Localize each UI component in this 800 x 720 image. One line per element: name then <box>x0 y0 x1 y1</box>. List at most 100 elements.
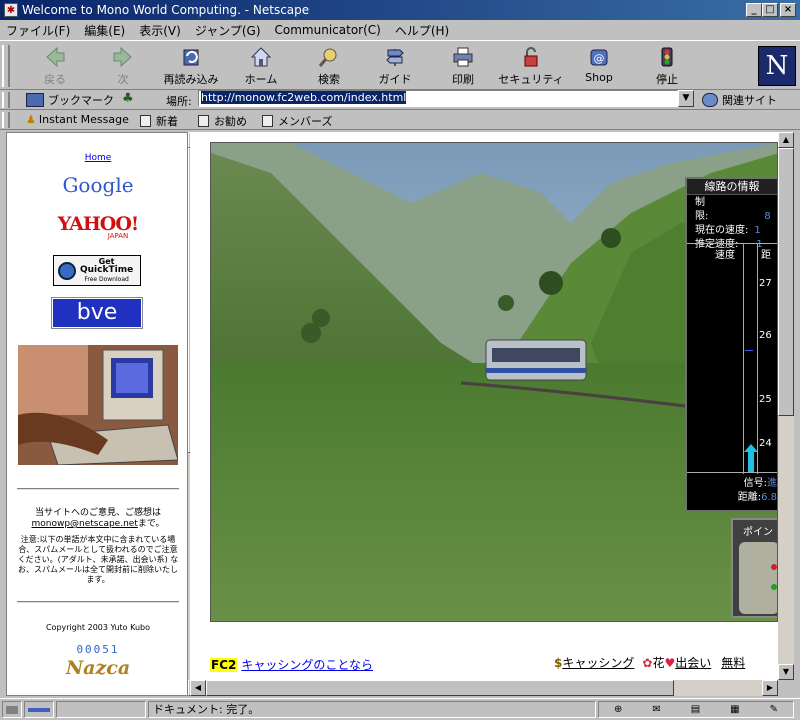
shop-button[interactable]: @ Shop <box>566 46 632 88</box>
news-icon[interactable]: ▤ <box>691 704 700 715</box>
connection-status-icon[interactable] <box>24 701 54 718</box>
divider <box>17 488 179 490</box>
status-bar: ドキュメント: 完了。 ⊕ ✉ ▤ ▦ ✎ <box>0 698 800 720</box>
back-arrow-icon <box>44 46 66 68</box>
navigation-toolbar: 戻る 次 再読み込み ホーム 検索 ガイド 印刷 セキュリティ @ Shop 停… <box>0 40 800 90</box>
right-frame-horizontal-scrollbar[interactable]: ◀ ▶ <box>190 680 778 696</box>
scroll-right-arrow[interactable]: ▶ <box>762 680 778 696</box>
signal-value: 進 <box>767 478 777 489</box>
title-bar: ✱ Welcome to Mono World Computing. - Net… <box>0 0 800 20</box>
shop-icon: @ <box>588 46 610 68</box>
related-sites-button[interactable]: 関連サイト <box>702 92 777 108</box>
chart-divider <box>743 244 744 474</box>
menu-edit[interactable]: 編集(E) <box>84 22 125 39</box>
instant-message-button[interactable]: ♟ Instant Message <box>26 113 129 126</box>
visitor-counter: 00051 <box>76 643 120 656</box>
running-person-icon: ♟ <box>26 113 36 126</box>
limit-value: 8 <box>764 211 771 222</box>
scroll-thumb[interactable] <box>778 148 794 416</box>
minimize-button[interactable]: _ <box>746 3 762 17</box>
url-history-dropdown[interactable]: ▼ <box>678 90 694 107</box>
menu-communicator[interactable]: Communicator(C) <box>275 23 381 37</box>
point-indicator <box>739 542 777 614</box>
home-button[interactable]: ホーム <box>228 46 294 88</box>
scroll-left-arrow[interactable]: ◀ <box>190 680 206 696</box>
distance-tick: 26 <box>759 330 772 341</box>
bookmark-book-icon <box>26 93 44 107</box>
stop-button[interactable]: 停止 <box>634 46 700 88</box>
yahoo-japan-logo-link[interactable]: YAHOO! JAPAN <box>7 213 187 240</box>
location-proxy-icon[interactable]: ♣ <box>122 91 138 107</box>
location-grip[interactable] <box>2 92 10 108</box>
ad-links: $ キャッシング ✿ 花 ♥ 出会い 無料 <box>554 654 746 671</box>
limit-label: 制限: <box>695 197 709 222</box>
navigator-icon[interactable]: ⊕ <box>614 704 622 715</box>
horizontal-scroll-thumb[interactable] <box>206 680 674 696</box>
close-button[interactable]: × <box>780 3 796 17</box>
bookmark-page-icon <box>198 115 209 127</box>
right-frame-vertical-scrollbar[interactable]: ▲ ▼ <box>778 132 794 680</box>
distance-column-label: 距 <box>761 250 771 261</box>
cashing-link[interactable]: キャッシングのことなら <box>241 656 373 673</box>
menu-go[interactable]: ジャンプ(G) <box>195 22 261 39</box>
netscape-logo[interactable]: N <box>758 46 796 86</box>
personal-grip[interactable] <box>2 112 10 128</box>
green-signal-dot <box>771 584 777 590</box>
distance-label: 距離: <box>737 492 762 503</box>
speed-distance-chart: 速度 距 27 26 25 24 <box>687 243 777 474</box>
menu-file[interactable]: ファイル(F) <box>6 22 70 39</box>
quicktime-q-icon <box>58 261 76 280</box>
up-arrow-icon <box>744 444 758 472</box>
nazca-logo-link[interactable]: Nazca <box>7 657 187 679</box>
scrollbar-corner <box>778 680 794 696</box>
whats-new-button[interactable]: 新着 <box>140 113 178 129</box>
flower-icon: ✿ <box>642 655 653 670</box>
scroll-down-arrow[interactable]: ▼ <box>778 664 794 680</box>
bve-logo-link[interactable]: bve <box>51 297 143 329</box>
back-button[interactable]: 戻る <box>22 46 88 88</box>
reload-button[interactable]: 再読み込み <box>158 46 224 88</box>
distance-value: 6.8 <box>761 492 777 503</box>
feedback-email-link[interactable]: monowp@netscape.net <box>31 519 137 529</box>
members-button[interactable]: メンバーズ <box>262 113 332 129</box>
forward-button[interactable]: 次 <box>90 46 156 88</box>
component-bar: ⊕ ✉ ▤ ▦ ✎ <box>598 701 794 718</box>
url-input[interactable]: http://monow.fc2web.com/index.html <box>198 90 678 107</box>
security-status-icon[interactable] <box>2 701 22 718</box>
address-book-icon[interactable]: ▦ <box>730 704 739 715</box>
free-link[interactable]: 無料 <box>721 654 745 671</box>
track-info-panel: 線路の情報 制限: 8 現在の速度: 1 推定速度: 1 速度 距 27 26 25 … <box>685 177 777 512</box>
spam-notice: 注意:以下の単語が本文中に含まれている場合、スパムメールとして扱われるのでご注意… <box>17 535 179 584</box>
bookmarks-button[interactable]: ブックマーク <box>26 92 114 108</box>
google-logo-link[interactable]: Google <box>7 173 187 197</box>
deai-link[interactable]: 出会い <box>675 654 711 671</box>
menu-help[interactable]: ヘルプ(H) <box>395 22 449 39</box>
chart-divider <box>757 244 758 474</box>
menu-view[interactable]: 表示(V) <box>139 22 181 39</box>
print-button[interactable]: 印刷 <box>430 46 496 88</box>
home-link[interactable]: Home <box>85 153 112 163</box>
mail-icon[interactable]: ✉ <box>652 704 660 715</box>
printer-icon <box>452 46 474 68</box>
scroll-up-arrow[interactable]: ▲ <box>778 132 794 148</box>
guide-icon <box>384 46 406 68</box>
maximize-button[interactable]: □ <box>762 3 778 17</box>
fc2-banner: FC2 キャッシングのことなら <box>210 656 373 673</box>
home-icon <box>250 46 272 68</box>
status-text: ドキュメント: 完了。 <box>148 701 596 718</box>
bookmark-page-icon <box>262 115 273 127</box>
quicktime-download-badge[interactable]: Get QuickTime Free Download <box>53 255 141 286</box>
personal-toolbar: ♟ Instant Message 新着 お勧め メンバーズ <box>0 110 800 130</box>
search-button[interactable]: 検索 <box>296 46 362 88</box>
red-signal-dot <box>771 564 777 570</box>
guide-button[interactable]: ガイド <box>362 46 428 88</box>
toolbar-grip[interactable] <box>2 45 10 87</box>
heart-icon: ♥ <box>664 655 676 670</box>
money-bag-icon: $ <box>554 655 563 670</box>
composer-icon[interactable]: ✎ <box>770 704 778 715</box>
recommend-button[interactable]: お勧め <box>198 113 247 129</box>
divider <box>17 601 179 603</box>
cashing-ad-link[interactable]: キャッシング <box>562 654 634 671</box>
window-title: Welcome to Mono World Computing. - Netsc… <box>22 3 310 17</box>
security-button[interactable]: セキュリティ <box>498 46 564 88</box>
